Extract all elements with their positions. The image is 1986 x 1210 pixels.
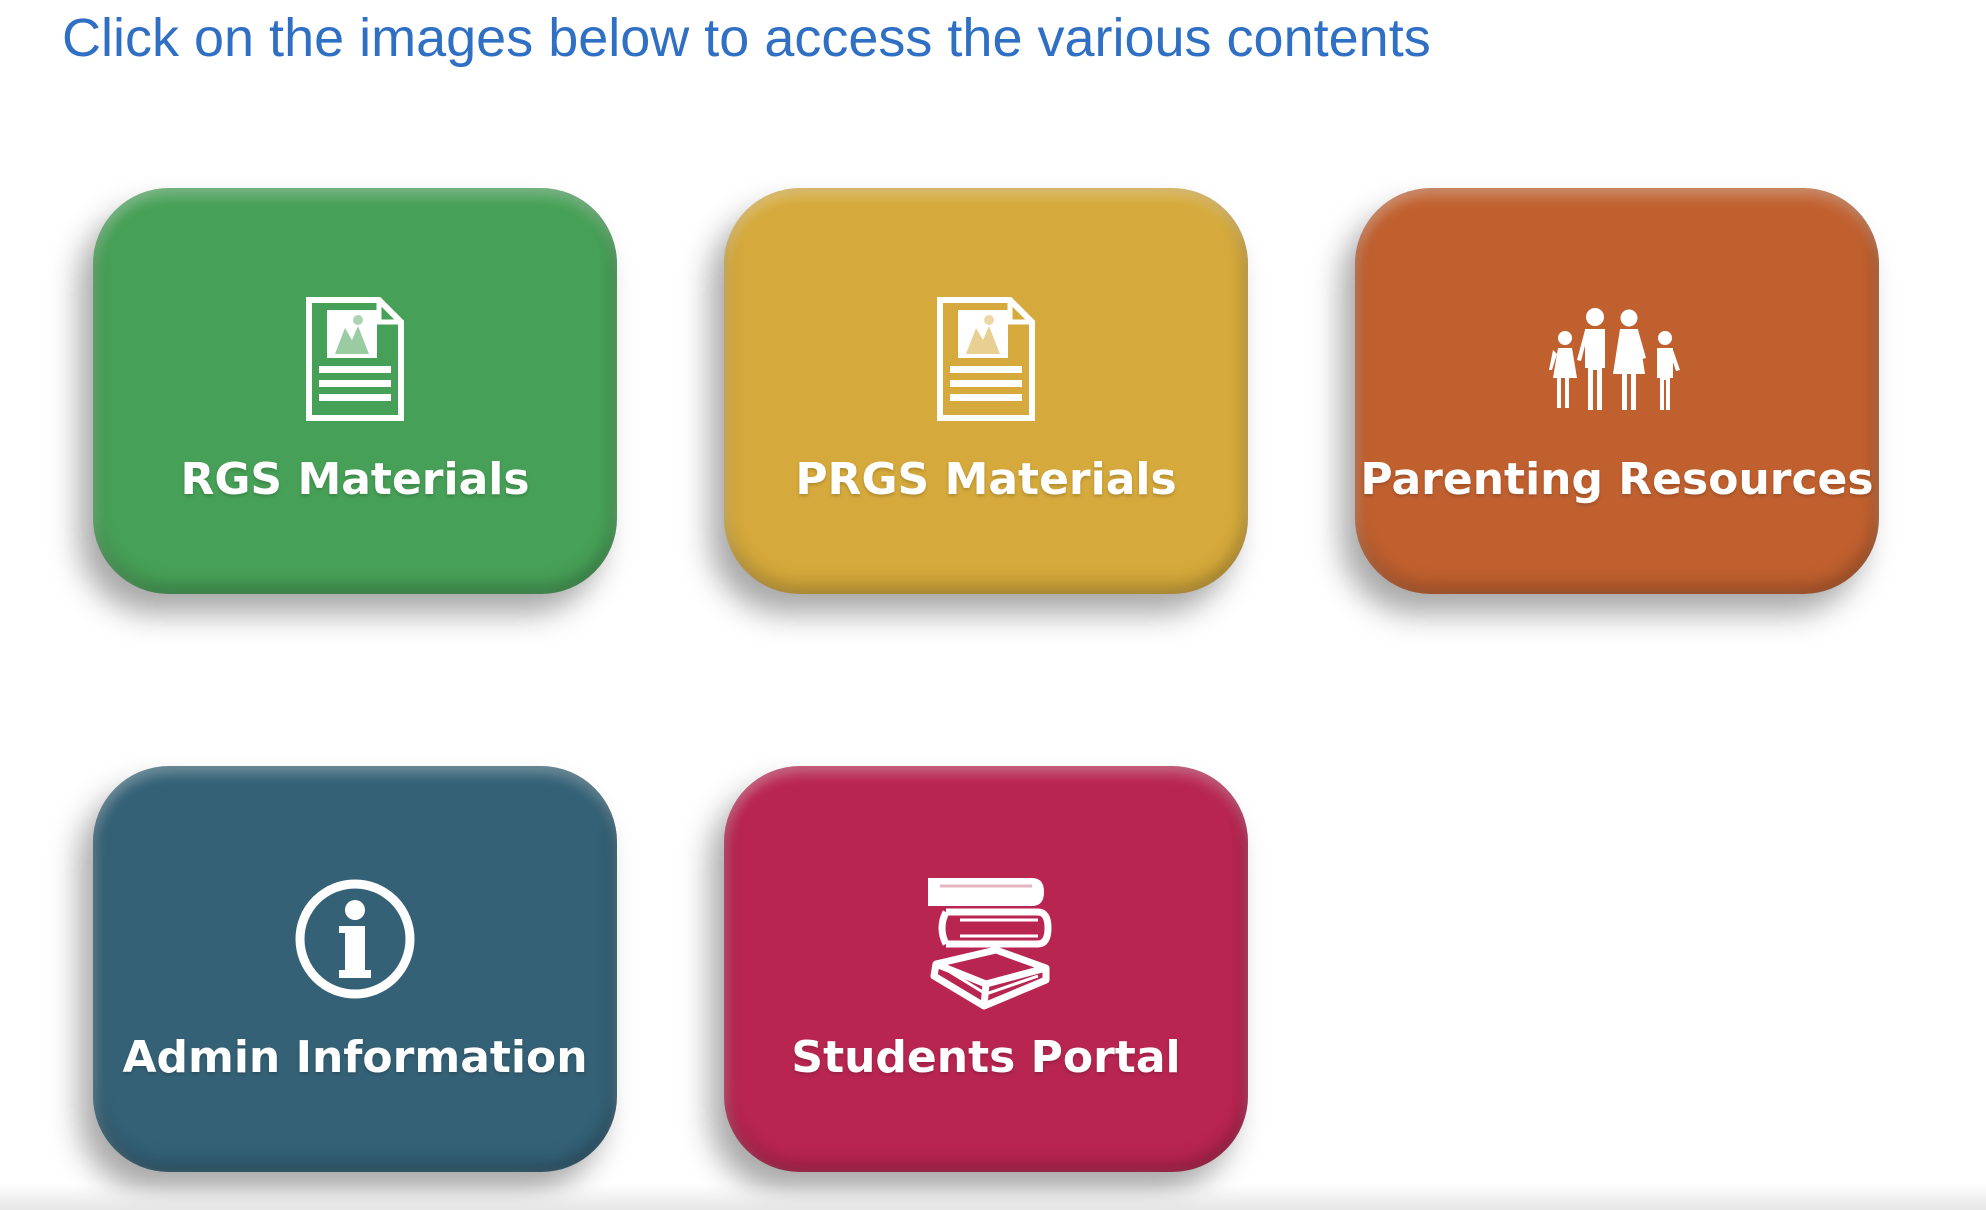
tile-label: Parenting Resources [1360, 454, 1874, 505]
info-icon [93, 878, 617, 1000]
document-icon [93, 296, 617, 422]
bottom-edge [0, 1184, 1986, 1210]
tile-label: PRGS Materials [795, 454, 1177, 505]
books-icon [724, 872, 1248, 1010]
rgs-materials-tile[interactable]: RGS Materials [93, 188, 617, 594]
parenting-resources-tile[interactable]: Parenting Resources [1355, 188, 1879, 594]
family-icon [1355, 308, 1879, 412]
tile-label: Admin Information [122, 1032, 588, 1083]
tile-label: Students Portal [791, 1032, 1181, 1083]
admin-information-tile[interactable]: Admin Information [93, 766, 617, 1172]
tile-label: RGS Materials [180, 454, 530, 505]
prgs-materials-tile[interactable]: PRGS Materials [724, 188, 1248, 594]
students-portal-tile[interactable]: Students Portal [724, 766, 1248, 1172]
document-icon [724, 296, 1248, 422]
page-heading: Click on the images below to access the … [62, 8, 1431, 68]
